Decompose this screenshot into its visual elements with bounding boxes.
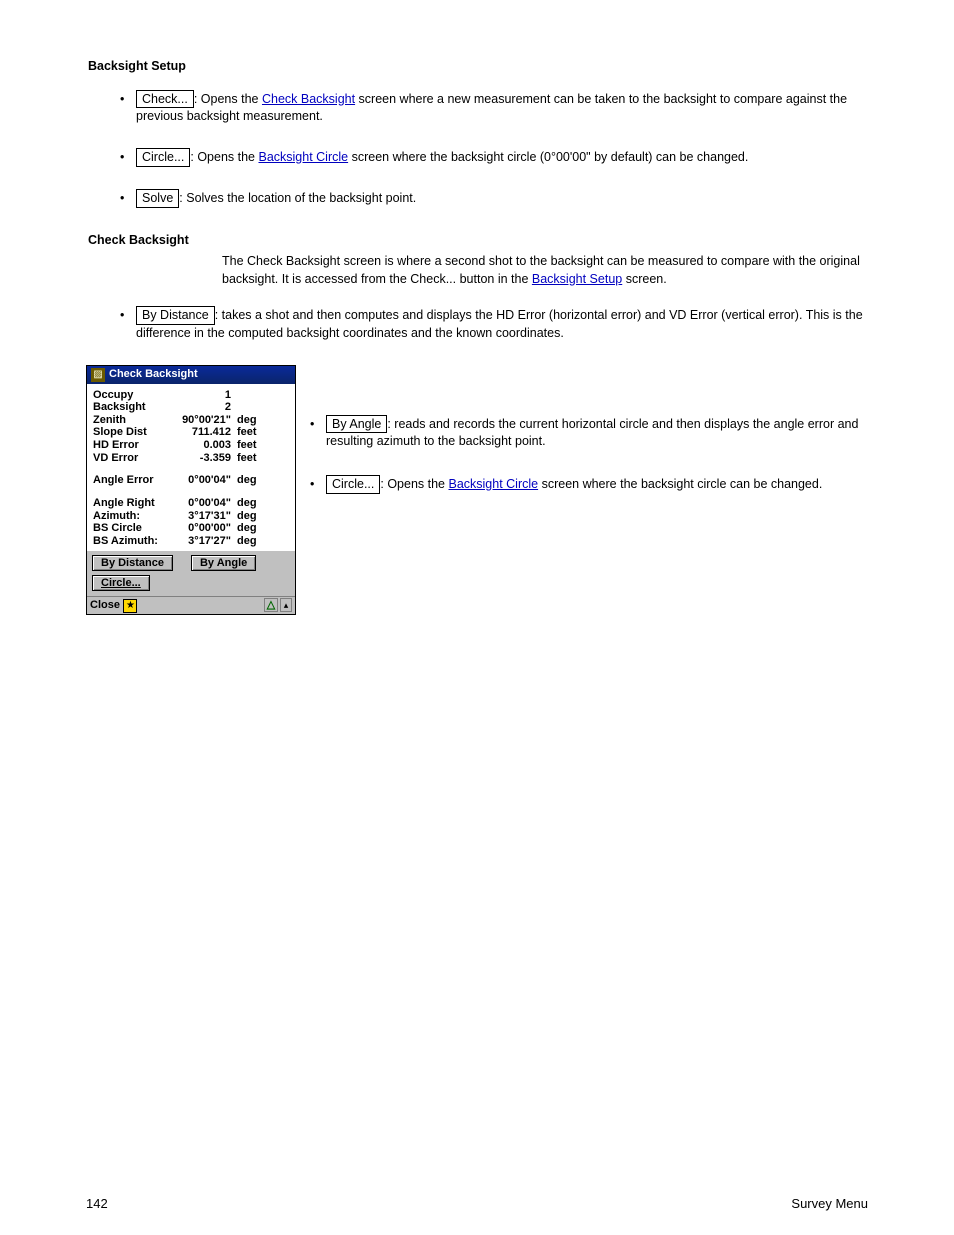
data-row: Backsight2 [93, 401, 289, 414]
bullet-marker: • [86, 306, 136, 342]
data-row: BS Azimuth:3°17'27"deg [93, 535, 289, 548]
bullet-marker: • [310, 415, 326, 451]
circle-button[interactable]: Circle... [92, 575, 150, 591]
warning-icon[interactable]: △ [264, 598, 278, 612]
star-icon[interactable]: ★ [123, 599, 137, 613]
by-distance-label: By Distance [136, 306, 215, 325]
data-row: Azimuth:3°17'31"deg [93, 510, 289, 523]
by-anglelabel: By Angle [326, 415, 387, 434]
by-distance-button[interactable]: By Distance [92, 555, 173, 571]
window-title: Check Backsight [109, 367, 198, 382]
data-row: HD Error0.003feet [93, 439, 289, 452]
solvelabel: Solve [136, 189, 179, 208]
para-text-2: screen. [622, 272, 666, 286]
data-row: BS Circle0°00'00"deg [93, 522, 289, 535]
by-distance-text: : takes a shot and then computes and dis… [136, 308, 863, 340]
bullet-marker: • [86, 90, 136, 126]
up-icon[interactable]: ▴ [280, 598, 292, 612]
check-label: Check... [136, 90, 194, 109]
titlebar: ▨ Check Backsight [87, 366, 295, 384]
footer-text: Survey Menu [791, 1195, 868, 1213]
bullet-marker: • [310, 475, 326, 494]
data-row: Angle Error0°00'04"deg [93, 474, 289, 487]
close-button[interactable]: Close [90, 599, 120, 611]
section-heading: Backsight Setup [88, 58, 868, 76]
backsight-circle-link[interactable]: Backsight Circle [258, 150, 348, 164]
check-backsight-window: ▨ Check Backsight Occupy1Backsight2Zenit… [86, 365, 296, 615]
page-number: 142 [86, 1195, 108, 1213]
data-row: Slope Dist711.412feet [93, 426, 289, 439]
backsight-setup-link[interactable]: Backsight Setup [532, 272, 622, 286]
bullet-marker: • [86, 148, 136, 167]
backsight-circle-link[interactable]: Backsight Circle [448, 477, 538, 491]
data-row: Occupy1 [93, 389, 289, 402]
check-backsight-link[interactable]: Check Backsight [262, 92, 355, 106]
data-row: Zenith90°00'21"deg [93, 414, 289, 427]
by-angle-button[interactable]: By Angle [191, 555, 256, 571]
app-icon: ▨ [91, 368, 105, 382]
check-backsight-heading: Check Backsight [88, 232, 868, 250]
bullet-marker: • [86, 189, 136, 208]
circle-label: Circle... [326, 475, 380, 494]
check-backsight-paragraph: The Check Backsight screen is where a se… [222, 253, 868, 288]
data-row: Angle Right0°00'04"deg [93, 497, 289, 510]
data-row: VD Error-3.359feet [93, 452, 289, 465]
circle-label: Circle... [136, 148, 190, 167]
